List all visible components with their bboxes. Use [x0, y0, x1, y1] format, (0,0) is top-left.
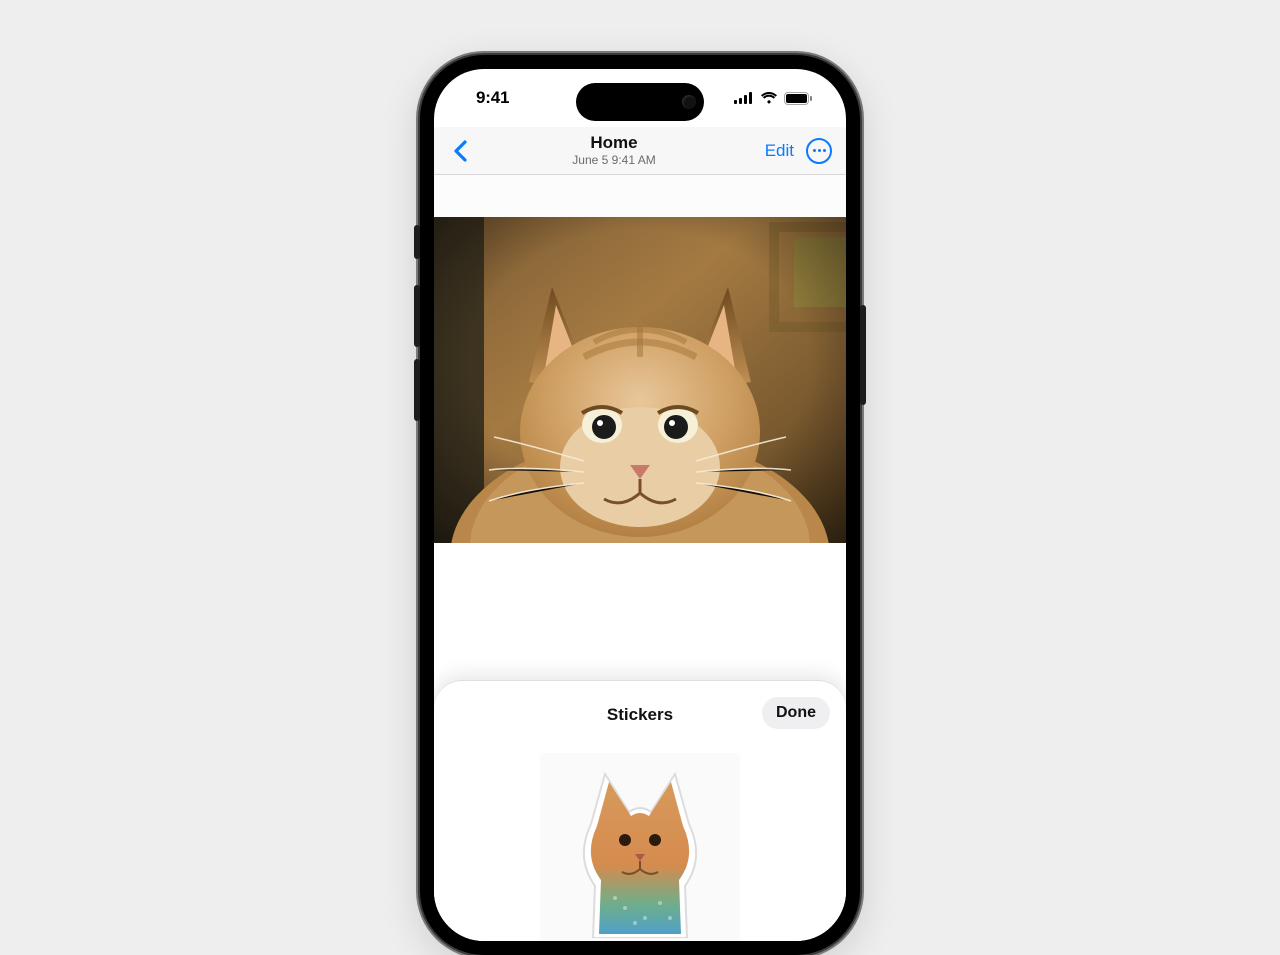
photo-viewer[interactable]: [434, 217, 846, 543]
battery-icon: [784, 92, 812, 105]
volume-down-button: [414, 359, 420, 421]
status-icons: [734, 92, 812, 105]
status-time: 9:41: [476, 88, 509, 108]
stickers-sheet: Stickers Done: [434, 681, 846, 941]
volume-up-button: [414, 285, 420, 347]
nav-actions: Edit: [728, 138, 838, 164]
sticker-item[interactable]: [540, 753, 740, 941]
sheet-title: Stickers: [607, 705, 673, 725]
nav-subtitle: June 5 9:41 AM: [500, 154, 728, 167]
mute-switch: [414, 225, 420, 259]
phone-frame: 9:41: [420, 55, 860, 955]
more-button[interactable]: [806, 138, 832, 164]
power-button: [860, 305, 866, 405]
edit-button[interactable]: Edit: [765, 141, 794, 161]
done-button[interactable]: Done: [762, 697, 830, 729]
cellular-icon: [734, 92, 754, 104]
nav-title-group: Home June 5 9:41 AM: [500, 134, 728, 167]
cat-sticker-icon: [565, 768, 715, 938]
nav-bar: Home June 5 9:41 AM Edit: [434, 127, 846, 175]
ellipsis-dot-icon: [813, 149, 816, 152]
ellipsis-dot-icon: [818, 149, 821, 152]
sticker-grid: [450, 753, 830, 941]
nav-title: Home: [500, 134, 728, 153]
photo-top-spacer: [434, 175, 846, 217]
back-button[interactable]: [440, 131, 480, 171]
dynamic-island: [576, 83, 704, 121]
sheet-header: Stickers Done: [450, 697, 830, 733]
screen: 9:41: [434, 69, 846, 941]
chevron-left-icon: [453, 140, 467, 162]
content-area: Stickers Done: [434, 175, 846, 941]
ellipsis-dot-icon: [823, 149, 826, 152]
wifi-icon: [760, 92, 778, 104]
cat-photo: [434, 217, 846, 543]
